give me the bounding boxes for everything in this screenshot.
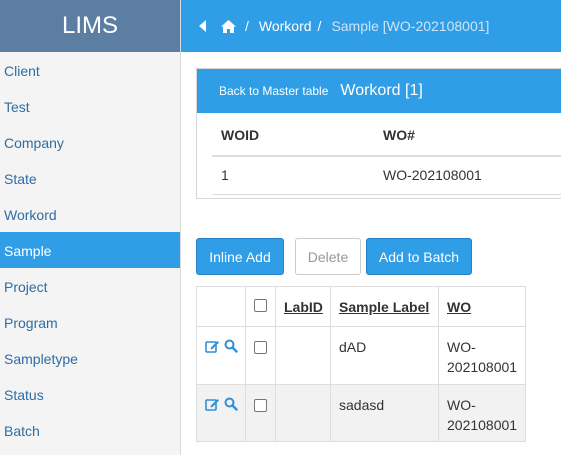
chevron-left-icon[interactable] — [199, 20, 206, 32]
table-row: dAD WO- 202108001 — [196, 326, 526, 385]
labid-cell — [275, 326, 331, 385]
column-header-sample-label[interactable]: Sample Label — [330, 286, 439, 327]
row-actions-cell — [196, 384, 246, 442]
woid-cell: 1 — [212, 156, 374, 195]
sidebar: LIMS Client Test Company State Workord S… — [0, 0, 181, 455]
sidebar-item-batch[interactable]: Batch — [0, 412, 180, 448]
master-panel-title: Workord [1] — [340, 82, 423, 99]
labid-cell — [275, 384, 331, 442]
breadcrumb: / Workord / Sample [WO-202108001] — [181, 0, 561, 52]
sidebar-item-workord[interactable]: Workord — [0, 196, 180, 232]
delete-button[interactable]: Delete — [295, 238, 361, 275]
row-actions-cell — [196, 326, 246, 385]
breadcrumb-separator: / — [317, 18, 322, 34]
sample-table-header-row: LabID Sample Label WO — [196, 286, 526, 327]
column-header-woid: WOID — [212, 114, 374, 157]
sidebar-item-client[interactable]: Client — [0, 52, 180, 88]
sidebar-item-status[interactable]: Status — [0, 376, 180, 412]
sidebar-item-project[interactable]: Project — [0, 268, 180, 304]
inline-add-button[interactable]: Inline Add — [196, 238, 284, 275]
master-table-header-row: WOID WO# — [212, 114, 561, 157]
sidebar-item-state[interactable]: State — [0, 160, 180, 196]
row-checkbox[interactable] — [254, 399, 267, 412]
edit-icon[interactable] — [205, 397, 220, 411]
wo-value: WO- 202108001 — [447, 339, 518, 375]
sidebar-item-test[interactable]: Test — [0, 88, 180, 124]
wo-sort-link[interactable]: WO — [447, 299, 471, 315]
sample-label-cell: sadasd — [330, 384, 439, 442]
actions-column-header — [196, 286, 246, 327]
column-header-wo-number: WO# — [374, 114, 561, 157]
sidebar-item-sample[interactable]: Sample — [0, 232, 180, 268]
row-select-cell — [245, 384, 276, 442]
column-header-wo[interactable]: WO — [438, 286, 526, 327]
table-row: sadasd WO- 202108001 — [196, 384, 526, 442]
row-select-cell — [245, 326, 276, 385]
sidebar-menu: Client Test Company State Workord Sample… — [0, 52, 180, 448]
breadcrumb-separator: / — [245, 18, 249, 34]
wo-number-cell: WO-202108001 — [374, 156, 561, 195]
sidebar-item-company[interactable]: Company — [0, 124, 180, 160]
select-column-header — [245, 286, 276, 327]
table-row: 1 WO-202108001 — [212, 156, 561, 195]
sidebar-item-program[interactable]: Program — [0, 304, 180, 340]
search-icon[interactable] — [224, 339, 238, 353]
master-panel: Back to Master table Workord [1] WOID WO… — [196, 68, 561, 199]
back-to-master-link[interactable]: Back to Master table — [219, 84, 328, 98]
labid-sort-link[interactable]: LabID — [284, 299, 323, 315]
sample-label-cell: dAD — [330, 326, 439, 385]
sample-table: LabID Sample Label WO dAD WO- 202108001 … — [196, 286, 526, 442]
sample-label-sort-link[interactable]: Sample Label — [339, 299, 429, 315]
app-title: LIMS — [0, 0, 180, 52]
search-icon[interactable] — [224, 397, 238, 411]
breadcrumb-parent-link[interactable]: Workord — [259, 18, 312, 34]
wo-cell: WO- 202108001 — [438, 384, 526, 442]
add-to-batch-button[interactable]: Add to Batch — [366, 238, 472, 275]
wo-value: WO- 202108001 — [447, 397, 518, 433]
select-all-checkbox[interactable] — [254, 298, 267, 312]
home-icon[interactable] — [220, 19, 237, 34]
column-header-labid[interactable]: LabID — [275, 286, 331, 327]
wo-cell: WO- 202108001 — [438, 326, 526, 385]
edit-icon[interactable] — [205, 339, 220, 353]
master-table: WOID WO# 1 WO-202108001 — [212, 114, 561, 195]
row-checkbox[interactable] — [254, 341, 267, 354]
breadcrumb-current: Sample [WO-202108001] — [331, 18, 490, 34]
master-panel-header: Back to Master table Workord [1] — [197, 69, 561, 113]
sidebar-item-sampletype[interactable]: Sampletype — [0, 340, 180, 376]
